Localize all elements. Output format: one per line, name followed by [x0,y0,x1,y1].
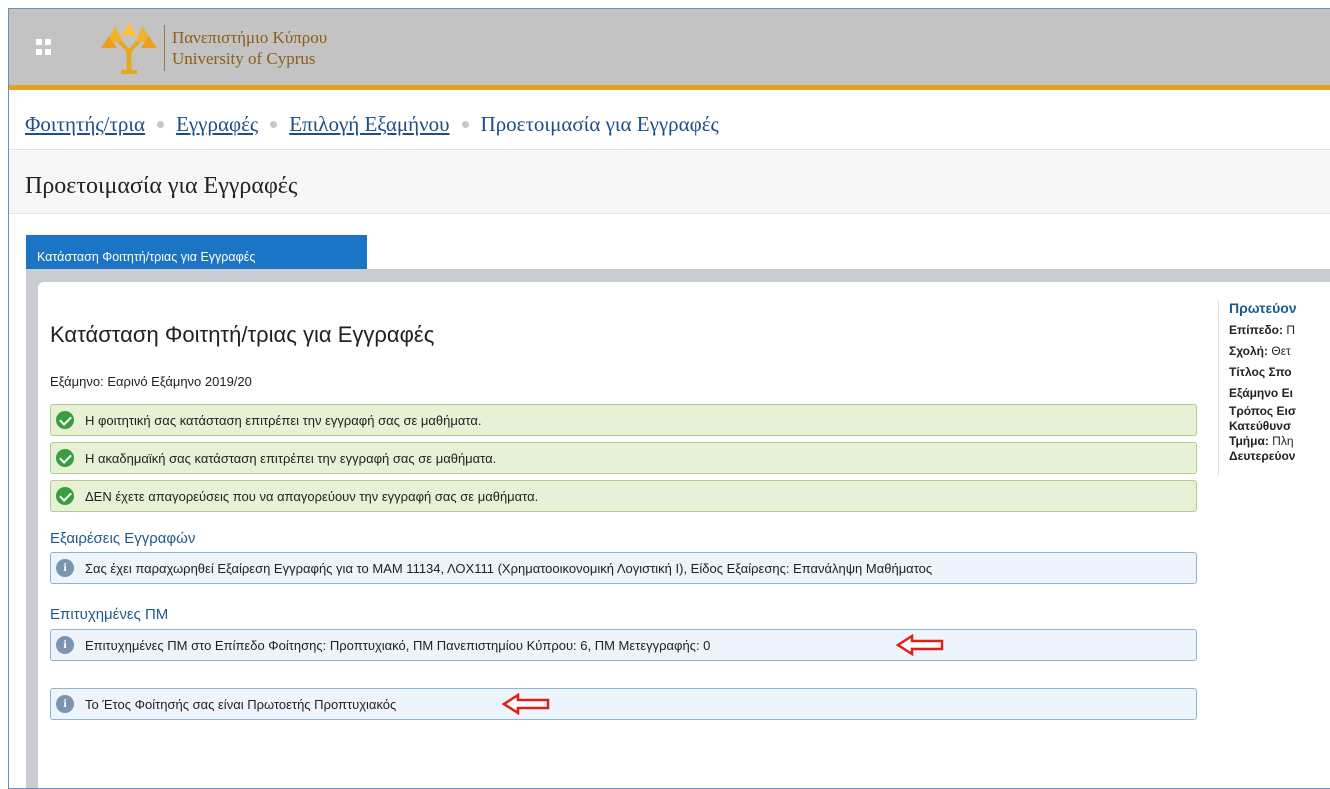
breadcrumb-separator-icon [461,120,469,128]
content-area: Κατάσταση Φοιτητή/τριας για Εγγραφές Εξά… [26,269,1330,788]
semester-info: Εξάμηνο: Εαρινό Εξάμηνο 2019/20 [50,374,252,389]
sidebar-row-label: Τμήμα: [1229,434,1269,448]
alert-text: Η ακαδημαϊκή σας κατάσταση επιτρέπει την… [85,451,497,466]
sidebar-row: Δευτερεύον [1229,449,1330,464]
sidebar-row: Σχολή: Θετ [1229,341,1330,362]
breadcrumb-link-student[interactable]: Φοιτητής/τρια [25,112,145,136]
red-arrow-left-icon [502,693,550,715]
logo-divider [164,25,165,71]
study-year-alert: Το Έτος Φοίτησής σας είναι Πρωτοετής Προ… [50,688,1197,720]
app-frame: Πανεπιστήμιο Κύπρου University of Cyprus… [8,8,1330,789]
sidebar-row-label: Τίτλος Σπο [1229,365,1292,379]
status-alert: ΔΕΝ έχετε απαγορεύσεις που να απαγορεύου… [50,480,1197,512]
breadcrumb-current: Προετοιμασία για Εγγραφές [480,112,719,136]
logo-line-english: University of Cyprus [172,49,316,68]
breadcrumb-link-select-semester[interactable]: Επιλογή Εξαμήνου [289,112,449,136]
exception-alert: Σας έχει παραχωρηθεί Εξαίρεση Εγγραφής γ… [50,552,1197,584]
sidebar-row-label: Τρόπος Εισ [1229,404,1297,418]
page-title: Προετοιμασία για Εγγραφές [9,151,1330,214]
breadcrumb-separator-icon [157,120,165,128]
status-alert: Η ακαδημαϊκή σας κατάσταση επιτρέπει την… [50,442,1197,474]
top-header: Πανεπιστήμιο Κύπρου University of Cyprus [9,9,1330,90]
sidebar-row: Τρόπος Εισ [1229,404,1330,419]
info-icon [56,695,74,713]
alert-text: ΔΕΝ έχετε απαγορεύσεις που να απαγορεύου… [85,489,539,504]
check-circle-icon [56,411,74,429]
sidebar-row-label: Δευτερεύον [1229,449,1296,463]
alert-text: Σας έχει παραχωρηθεί Εξαίρεση Εγγραφής γ… [85,561,933,576]
university-logo-icon[interactable] [101,22,157,74]
breadcrumb-link-registrations[interactable]: Εγγραφές [176,112,258,136]
alert-text: Η φοιτητική σας κατάσταση επιτρέπει την … [85,413,482,428]
credits-heading: Επιτυχημένες ΠΜ [50,606,169,623]
breadcrumb-separator-icon [270,120,278,128]
sidebar-row: Επίπεδο: Π [1229,320,1330,341]
sidebar-row-label: Σχολή: [1229,344,1269,358]
check-circle-icon [56,487,74,505]
sidebar-row-value: Πλη [1272,434,1294,448]
sidebar-row-value: Π [1286,323,1296,337]
sidebar-row-label: Επίπεδο: [1229,323,1284,337]
sidebar-row: Τμήμα: Πλη [1229,434,1330,449]
red-arrow-left-icon [896,634,944,656]
alert-text: Επιτυχημένες ΠΜ στο Επίπεδο Φοίτησης: Πρ… [85,638,711,653]
program-sidebar: Πρωτεύον Επίπεδο: Π Σχολή: Θετ Τίτλος Σπ… [1218,300,1330,475]
status-alert: Η φοιτητική σας κατάσταση επιτρέπει την … [50,404,1197,436]
status-panel: Κατάσταση Φοιτητή/τριας για Εγγραφές Εξά… [38,282,1330,788]
apps-grid-icon[interactable] [36,39,52,55]
semester-label: Εξάμηνο: [50,374,104,389]
info-icon [56,636,74,654]
info-icon [56,559,74,577]
sidebar-row-value: Θετ [1271,344,1291,358]
sidebar-row: Εξάμηνο Ει [1229,383,1330,404]
alert-text: Το Έτος Φοίτησής σας είναι Πρωτοετής Προ… [85,697,397,712]
credits-alert: Επιτυχημένες ΠΜ στο Επίπεδο Φοίτησης: Πρ… [50,629,1197,661]
sidebar-heading: Πρωτεύον [1229,300,1297,316]
exceptions-heading: Εξαιρέσεις Εγγραφών [50,530,196,547]
sidebar-row: Κατεύθυνσ [1229,419,1330,434]
breadcrumb: Φοιτητής/τρια Εγγραφές Επιλογή Εξαμήνου Προ… [9,95,1330,150]
sidebar-row: Τίτλος Σπο [1229,362,1330,383]
sidebar-row-label: Εξάμηνο Ει [1229,386,1293,400]
semester-value: Εαρινό Εξάμηνο 2019/20 [107,374,252,389]
section-heading: Κατάσταση Φοιτητή/τριας για Εγγραφές [50,322,435,347]
check-circle-icon [56,449,74,467]
logo-text[interactable]: Πανεπιστήμιο Κύπρου University of Cyprus [172,27,327,69]
sidebar-row-label: Κατεύθυνσ [1229,419,1292,433]
logo-line-greek: Πανεπιστήμιο Κύπρου [172,28,328,47]
